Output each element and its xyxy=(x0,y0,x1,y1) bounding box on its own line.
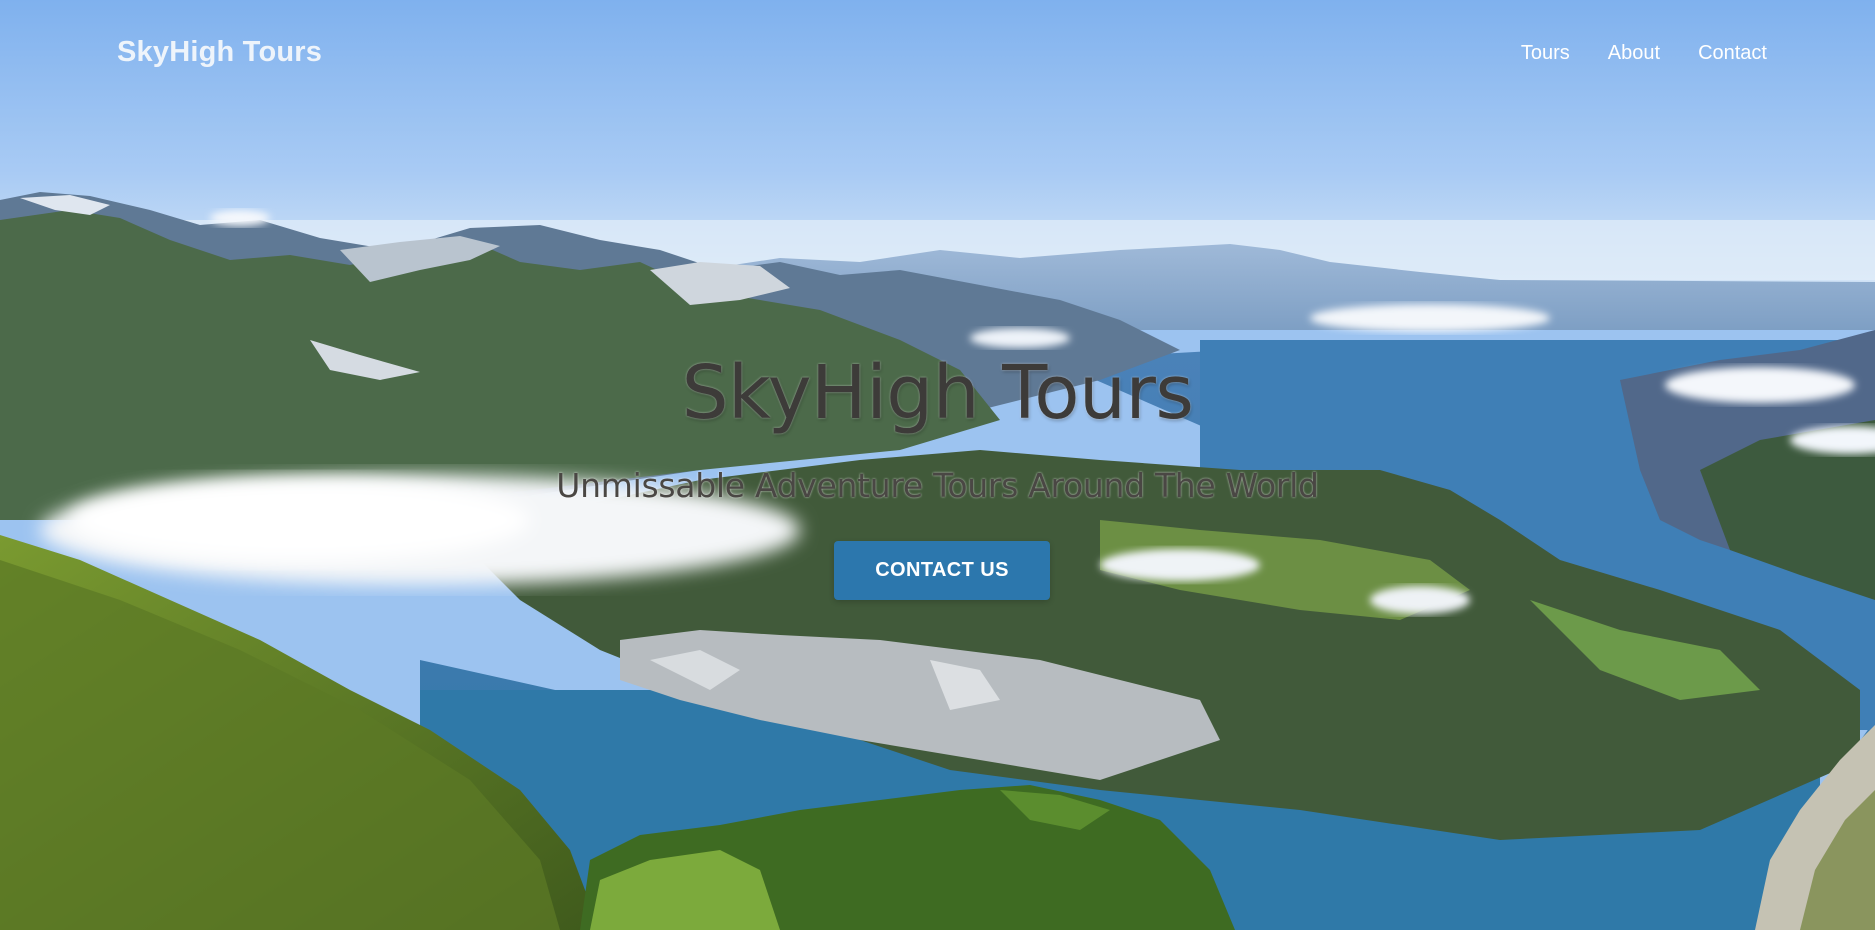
hero-subtitle: Unmissable Adventure Tours Around The Wo… xyxy=(556,466,1319,505)
hero-section: SkyHigh Tours Tours About Contact SkyHig… xyxy=(0,0,1875,930)
nav-link-contact[interactable]: Contact xyxy=(1698,42,1767,65)
top-navigation: SkyHigh Tours Tours About Contact xyxy=(0,0,1875,110)
contact-us-button[interactable]: CONTACT US xyxy=(834,541,1050,600)
hero-title: SkyHigh Tours xyxy=(681,350,1194,436)
hero-background-image xyxy=(0,0,1875,930)
brand-logo-link[interactable]: SkyHigh Tours xyxy=(117,36,322,69)
nav-link-about[interactable]: About xyxy=(1608,42,1660,65)
nav-link-tours[interactable]: Tours xyxy=(1521,42,1570,65)
nav-menu: Tours About Contact xyxy=(1521,42,1767,65)
